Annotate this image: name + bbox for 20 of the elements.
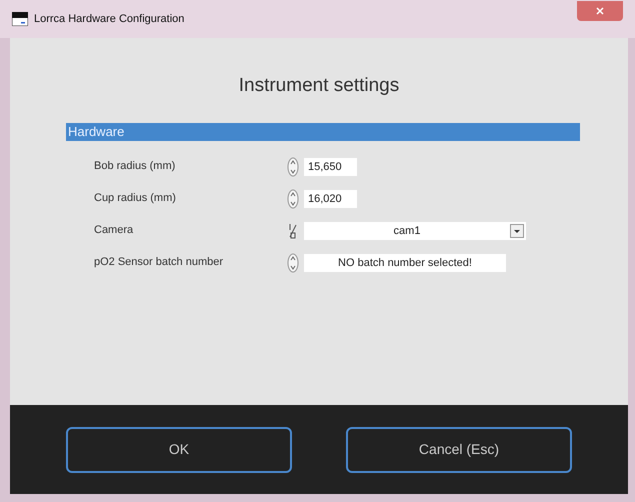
spinner-icon[interactable] — [287, 252, 299, 272]
close-icon — [596, 7, 604, 15]
field-label: Camera — [94, 223, 134, 238]
spinner-icon[interactable] — [287, 156, 299, 176]
camera-dropdown[interactable]: cam1 — [304, 222, 526, 240]
section-header: Hardware — [66, 122, 580, 140]
field-label: Bob radius (mm) — [94, 159, 176, 174]
number-field[interactable]: 16,020 — [304, 190, 357, 208]
dialog-heading: Instrument settings — [238, 74, 400, 98]
app-icon — [12, 12, 28, 26]
ok-button[interactable]: OK — [66, 426, 292, 472]
close-button[interactable] — [577, 1, 623, 21]
field-label: pO2 Sensor batch number — [94, 255, 224, 270]
cancel-button[interactable]: Cancel (Esc) — [346, 426, 572, 472]
window-title: Lorrca Hardware Configuration — [34, 12, 184, 27]
number-field[interactable]: 15,650 — [304, 158, 357, 176]
field-label: Cup radius (mm) — [94, 191, 177, 206]
toggle-icon — [287, 222, 299, 240]
text-field[interactable]: NO batch number selected! — [304, 254, 506, 272]
spinner-icon[interactable] — [287, 188, 299, 208]
